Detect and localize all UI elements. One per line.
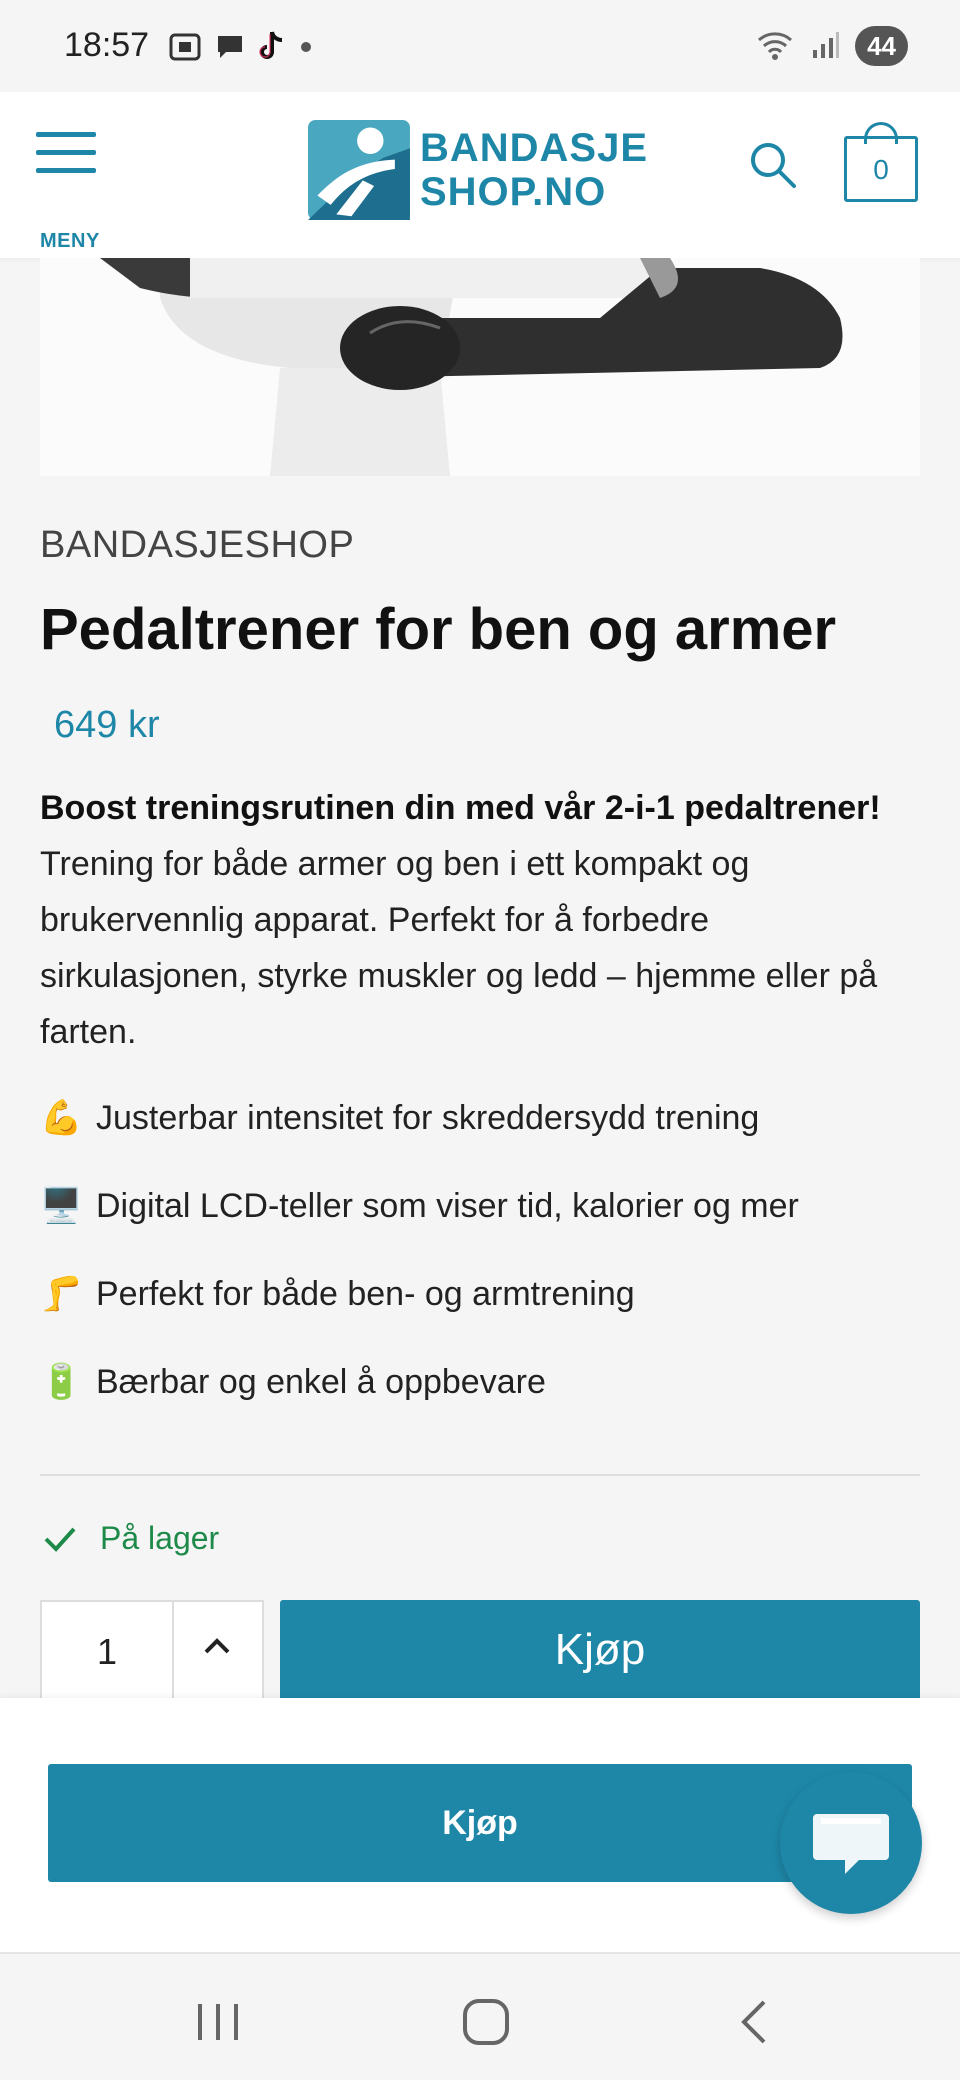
screenshot-icon [169, 33, 201, 61]
status-time: 18:57 [64, 26, 150, 64]
product-description: Boost treningsrutinen din med vår 2-i-1 … [40, 780, 920, 1060]
feature-item: 💪 Justerbar intensitet for skreddersydd t… [40, 1090, 920, 1178]
feature-text: Justerbar intensitet for skreddersydd tr… [96, 1099, 760, 1137]
logo-mark-icon [308, 119, 410, 221]
notification-icons [168, 30, 314, 64]
home-icon[interactable] [456, 1994, 516, 2050]
recent-apps-icon[interactable] [188, 1994, 248, 2050]
tiktok-icon [259, 31, 283, 59]
battery-icon: 🔋 [40, 1363, 83, 1401]
chat-button[interactable] [780, 1772, 922, 1914]
product-brand[interactable]: BANDASJESHOP [40, 524, 354, 567]
stock-label: På lager [100, 1520, 220, 1556]
product-price: 649 kr [54, 704, 160, 746]
chevron-up-icon[interactable] [192, 1626, 242, 1666]
status-bar: 18:57 44 [0, 0, 960, 92]
search-button[interactable] [748, 140, 798, 190]
buy-button[interactable]: Kjøp [280, 1600, 920, 1700]
wifi-icon [758, 32, 793, 60]
feature-list: 💪 Justerbar intensitet for skreddersydd t… [40, 1090, 920, 1442]
quantity-separator [172, 1602, 174, 1702]
product-title: Pedaltrener for ben og armer [40, 597, 837, 662]
quantity-stepper[interactable]: 1 [40, 1600, 264, 1702]
feature-text: Digital LCD-teller som viser tid, kalori… [96, 1187, 799, 1225]
cart-count: 0 [844, 136, 918, 202]
chat-bubble-icon [218, 36, 242, 58]
battery-indicator: 44 [855, 26, 908, 66]
quantity-input[interactable]: 1 [42, 1602, 172, 1702]
divider [40, 1474, 920, 1476]
description-body: Trening for både armer og ben i ett komp… [40, 845, 878, 1051]
pedal-trainer-image [40, 258, 920, 476]
chat-icon [813, 1814, 889, 1874]
system-nav-bar [0, 1952, 960, 2080]
back-icon[interactable] [724, 1994, 784, 2050]
computer-monitor-icon: 🖥️ [40, 1187, 83, 1225]
menu-button[interactable]: MENY [36, 132, 100, 252]
feature-item: 🖥️ Digital LCD-teller som viser tid, kalo… [40, 1178, 920, 1266]
feature-text: Perfekt for både ben- og armtrening [96, 1275, 635, 1313]
hamburger-icon [36, 132, 100, 173]
site-header: MENY BANDASJE SHOP.NO 0 [0, 92, 960, 258]
feature-item: 🦵 Perfekt for både ben- og armtrening [40, 1266, 920, 1354]
logo-text: BANDASJE SHOP.NO [420, 126, 648, 214]
search-icon [751, 143, 796, 188]
menu-label: MENY [40, 230, 100, 252]
logo-line1: BANDASJE [419, 126, 648, 170]
leg-icon: 🦵 [40, 1275, 83, 1313]
feature-item: 🔋 Bærbar og enkel å oppbevare [40, 1354, 920, 1442]
site-logo[interactable]: BANDASJE SHOP.NO [308, 110, 648, 230]
feature-text: Bærbar og enkel å oppbevare [96, 1363, 546, 1401]
cart-button[interactable]: 0 [844, 122, 920, 202]
checkmark-icon [44, 1527, 76, 1552]
system-icons: 44 [755, 26, 908, 66]
logo-line2: SHOP.NO [419, 170, 607, 214]
stock-status: På lager [40, 1520, 219, 1557]
dot-icon [301, 42, 311, 52]
signal-icon [813, 32, 840, 58]
description-headline: Boost treningsrutinen din med vår 2-i-1 … [40, 789, 881, 827]
product-image[interactable] [40, 258, 920, 476]
flexed-biceps-icon: 💪 [40, 1099, 83, 1137]
